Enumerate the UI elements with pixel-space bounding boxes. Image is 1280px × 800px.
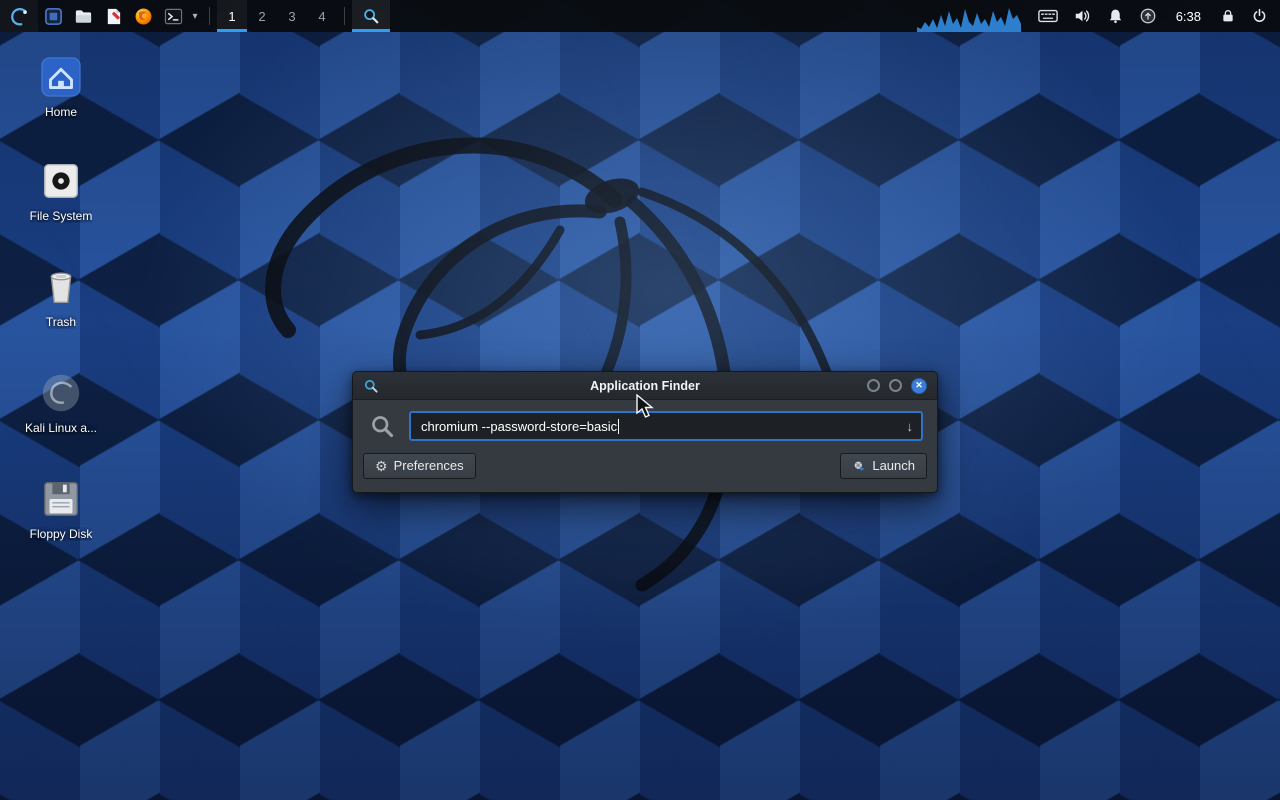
titlebar[interactable]: Application Finder ✕ xyxy=(353,372,937,400)
maximize-button[interactable] xyxy=(889,379,902,392)
launcher-text-editor[interactable] xyxy=(99,0,127,32)
desktop-icon-file-system[interactable]: File System xyxy=(14,158,108,223)
desktop-icon-floppy-disk[interactable]: Floppy Disk xyxy=(14,476,108,541)
search-row: chromium --password-store=basic ↓ xyxy=(353,400,937,447)
panel-separator xyxy=(344,7,345,25)
search-icon xyxy=(362,7,380,25)
workspace-3[interactable]: 3 xyxy=(277,0,307,32)
terminal-icon xyxy=(164,7,183,26)
desktop-icon-label: Home xyxy=(45,105,77,119)
preferences-button-label: Preferences xyxy=(394,458,464,473)
speaker-icon xyxy=(1073,7,1092,25)
home-icon xyxy=(38,54,84,100)
system-monitor-graph[interactable] xyxy=(917,0,1023,32)
firefox-icon xyxy=(134,7,153,26)
desktop-icon-home[interactable]: Home xyxy=(14,54,108,119)
panel-status-area: 6:38 xyxy=(917,0,1280,32)
preferences-button[interactable]: ⚙ Preferences xyxy=(363,453,476,479)
taskbar-application-finder[interactable] xyxy=(352,0,390,32)
power-icon xyxy=(1251,7,1268,25)
desktop-icon-trash[interactable]: Trash xyxy=(14,264,108,329)
history-dropdown-icon[interactable]: ↓ xyxy=(907,419,914,434)
kali-menu-button[interactable] xyxy=(0,0,38,32)
document-icon xyxy=(104,7,123,26)
application-finder-window: Application Finder ✕ chromium --password… xyxy=(352,371,938,493)
panel-separator xyxy=(209,7,210,25)
launch-button[interactable]: Launch xyxy=(840,453,927,479)
launcher-firefox[interactable] xyxy=(129,0,157,32)
desktop-icon-kali-linux[interactable]: Kali Linux a... xyxy=(14,370,108,435)
window-title: Application Finder xyxy=(353,379,937,393)
application-finder-icon xyxy=(363,378,379,394)
dialog-buttons: ⚙ Preferences Launch xyxy=(353,447,937,489)
keyboard-indicator[interactable] xyxy=(1038,0,1058,32)
close-icon: ✕ xyxy=(915,380,923,391)
lock-icon xyxy=(1220,7,1236,25)
close-button[interactable]: ✕ xyxy=(911,378,927,394)
launcher-terminal[interactable] xyxy=(159,0,187,32)
keyboard-icon xyxy=(1038,8,1058,24)
kali-linux-icon xyxy=(38,370,84,416)
floppy-disk-icon xyxy=(38,476,84,522)
screen-lock[interactable] xyxy=(1220,0,1236,32)
clock[interactable]: 6:38 xyxy=(1172,0,1205,32)
launch-button-label: Launch xyxy=(872,458,915,473)
command-input[interactable]: chromium --password-store=basic ↓ xyxy=(409,411,923,441)
folder-icon xyxy=(74,7,93,26)
volume-control[interactable] xyxy=(1073,0,1092,32)
kali-logo-icon xyxy=(7,4,31,28)
workspace-4[interactable]: 4 xyxy=(307,0,337,32)
updates-indicator[interactable] xyxy=(1139,0,1157,32)
desktop-icon-label: Kali Linux a... xyxy=(25,421,97,435)
notifications[interactable] xyxy=(1107,0,1124,32)
workspace-2[interactable]: 2 xyxy=(247,0,277,32)
update-circle-icon xyxy=(1139,7,1157,25)
trash-icon xyxy=(38,264,84,310)
window-icon xyxy=(44,7,63,26)
minimize-button[interactable] xyxy=(867,379,880,392)
launcher-file-manager[interactable] xyxy=(69,0,97,32)
top-panel: ▾ 1 2 3 4 xyxy=(0,0,1280,32)
launcher-window[interactable] xyxy=(39,0,67,32)
gear-icon: ⚙ xyxy=(375,459,388,473)
workspace-1[interactable]: 1 xyxy=(217,0,247,32)
file-system-icon xyxy=(38,158,84,204)
desktop-icon-label: Trash xyxy=(46,315,76,329)
command-input-value: chromium --password-store=basic xyxy=(421,419,617,434)
terminal-dropdown-chevron-icon[interactable]: ▾ xyxy=(188,0,202,32)
window-controls: ✕ xyxy=(867,378,927,394)
text-caret xyxy=(618,419,619,434)
search-icon xyxy=(369,413,396,440)
launch-run-icon xyxy=(852,459,866,473)
desktop-icon-label: Floppy Disk xyxy=(30,527,93,541)
bell-icon xyxy=(1107,7,1124,25)
desktop-screen: ▾ 1 2 3 4 xyxy=(0,0,1280,800)
desktop-icon-label: File System xyxy=(30,209,93,223)
session-logout[interactable] xyxy=(1251,0,1268,32)
